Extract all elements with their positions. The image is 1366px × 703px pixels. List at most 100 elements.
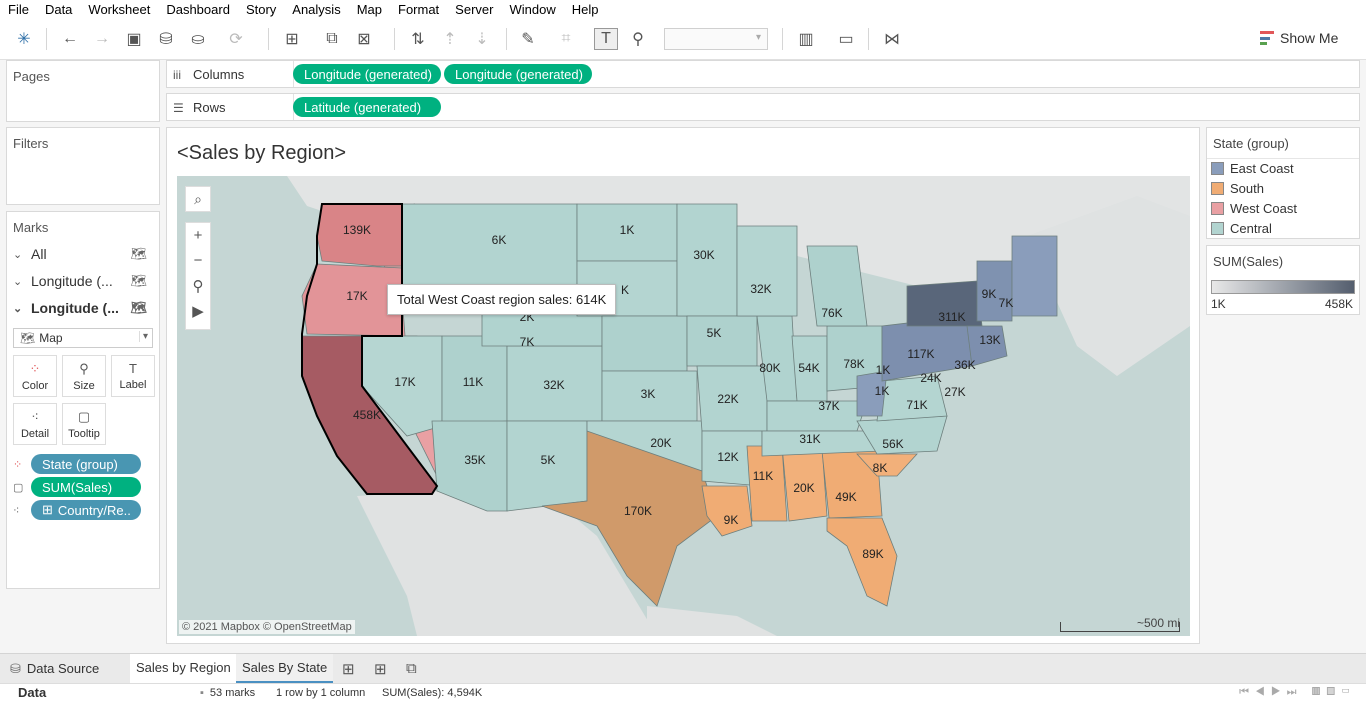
rows-shelf[interactable]: ☰ Rows Latitude (generated): [166, 93, 1360, 121]
detail-button[interactable]: ⁖ Detail: [13, 403, 57, 445]
new-dashboard-tab-icon[interactable]: ⊞: [368, 654, 393, 683]
new-worksheet-tab-icon[interactable]: ⊞: [336, 654, 361, 683]
country-region-pill[interactable]: ⊞ Country/Re..: [31, 500, 141, 520]
legend-label: East Coast: [1230, 160, 1294, 176]
zoom-out-icon[interactable]: −: [186, 248, 210, 273]
data-source-tab-label: Data Source: [26, 661, 100, 676]
new-story-tab-icon[interactable]: ⧉: [400, 654, 423, 683]
show-me-button[interactable]: Show Me: [1260, 30, 1338, 46]
map-value-label: 27K: [944, 385, 965, 399]
duplicate-sheet-icon[interactable]: ⧉: [320, 28, 344, 50]
menu-data[interactable]: Data: [37, 2, 80, 17]
map-value-label: 1K: [876, 363, 891, 377]
share-icon[interactable]: ⋈: [880, 28, 904, 50]
menu-dashboard[interactable]: Dashboard: [158, 2, 238, 17]
pages-card[interactable]: Pages: [6, 60, 160, 122]
show-mark-labels-icon[interactable]: T: [594, 28, 618, 50]
mark-field-row-sum-sales: ▢ SUM(Sales): [13, 477, 141, 497]
sheet-navigation-icons[interactable]: ⏮◀▶⏭ ▦▤▭: [1239, 686, 1356, 699]
menu-map[interactable]: Map: [349, 2, 390, 17]
pause-updates-icon[interactable]: ⛀: [186, 28, 210, 50]
play-icon[interactable]: ▶: [186, 298, 210, 323]
state-group-legend-title: State (group): [1213, 136, 1289, 151]
pin-icon[interactable]: ⚲: [186, 273, 210, 298]
undo-icon[interactable]: ←: [58, 28, 82, 50]
sort-descending-icon[interactable]: ⇣: [470, 28, 494, 50]
chevron-down-icon: ⌄: [13, 302, 23, 315]
state-wisconsin[interactable]: [736, 225, 798, 317]
toolbar-separator: [782, 28, 783, 50]
viz-title[interactable]: <Sales by Region>: [177, 142, 346, 165]
color-button[interactable]: ⁘ Color: [13, 355, 57, 397]
tooltip-button[interactable]: ▢ Tooltip: [62, 403, 106, 445]
menu-worksheet[interactable]: Worksheet: [80, 2, 158, 17]
refresh-icon[interactable]: ⟳: [224, 28, 248, 50]
status-data-source[interactable]: Data: [18, 685, 46, 700]
legend-label: West Coast: [1230, 200, 1297, 216]
sales-legend-max: 458K: [1324, 297, 1353, 311]
label-button[interactable]: T Label: [111, 355, 155, 397]
menu-analysis[interactable]: Analysis: [284, 2, 348, 17]
detail-icon: ⁖: [31, 408, 39, 424]
menu-file[interactable]: File: [0, 2, 37, 17]
highlight-icon[interactable]: ✎: [516, 28, 540, 50]
fix-axes-icon[interactable]: ⚲: [626, 28, 650, 50]
map-value-label: 9K: [982, 287, 997, 301]
longitude-pill-1[interactable]: Longitude (generated): [293, 64, 441, 84]
data-source-tab[interactable]: ⛁ Data Source: [4, 654, 105, 683]
state-kentucky[interactable]: [766, 400, 868, 432]
state-mississippi[interactable]: [746, 445, 788, 522]
state-montana-idaho[interactable]: [401, 203, 578, 292]
map-value-label: 17K: [346, 289, 367, 303]
marks-longitude-row-2[interactable]: ⌄ Longitude (... 🗺: [13, 297, 153, 319]
columns-shelf[interactable]: iii Columns Longitude (generated) Longit…: [166, 60, 1360, 88]
map-value-label: 32K: [543, 378, 564, 392]
redo-icon[interactable]: →: [90, 28, 114, 50]
marks-all-row[interactable]: ⌄ All 🗺: [13, 243, 153, 265]
map-value-label: 1K: [620, 223, 635, 237]
menu-story[interactable]: Story: [238, 2, 284, 17]
longitude-pill-2[interactable]: Longitude (generated): [444, 64, 592, 84]
fit-dropdown[interactable]: [664, 28, 768, 50]
menu-window[interactable]: Window: [501, 2, 563, 17]
map-value-label: 36K: [954, 358, 975, 372]
map-view[interactable]: 139K 17K 458K 6K 1K 30K 2K 7K K 32K 76K 5K 17K 11K 32K…: [177, 176, 1190, 636]
marks-longitude-row-1[interactable]: ⌄ Longitude (... 🗺: [13, 270, 153, 292]
new-data-source-icon[interactable]: ⛁: [154, 28, 178, 50]
map-search-icon[interactable]: ⌕: [185, 186, 211, 212]
map-credits[interactable]: © 2021 Mapbox © OpenStreetMap: [179, 620, 355, 634]
state-maine[interactable]: [1011, 235, 1058, 317]
legend-item-central[interactable]: Central: [1211, 218, 1272, 238]
state-group-pill[interactable]: State (group): [31, 454, 141, 474]
swap-rows-columns-icon[interactable]: ⇅: [406, 28, 430, 50]
tableau-logo-icon[interactable]: ✳: [12, 28, 36, 50]
legend-item-east-coast[interactable]: East Coast: [1211, 158, 1294, 178]
state-iowa[interactable]: [686, 315, 758, 367]
size-button[interactable]: ⚲ Size: [62, 355, 106, 397]
marks-indicator-icon: ▪: [200, 687, 204, 699]
state-nebraska[interactable]: [601, 315, 688, 372]
menu-help[interactable]: Help: [564, 2, 607, 17]
clear-sheet-icon[interactable]: ⊠: [352, 28, 376, 50]
mark-type-dropdown[interactable]: 🗺 Map: [13, 328, 153, 348]
sort-ascending-icon[interactable]: ⇡: [438, 28, 462, 50]
filters-card[interactable]: Filters: [6, 127, 160, 205]
sum-sales-pill[interactable]: SUM(Sales): [31, 477, 141, 497]
legend-item-south[interactable]: South: [1211, 178, 1264, 198]
menu-format[interactable]: Format: [390, 2, 447, 17]
tab-sales-by-state[interactable]: Sales By State: [236, 654, 334, 683]
group-members-icon[interactable]: ⌗: [554, 28, 578, 50]
rows-label: Rows: [193, 100, 226, 115]
save-icon[interactable]: ▣: [122, 28, 146, 50]
presentation-mode-icon[interactable]: ▭: [834, 28, 858, 50]
menu-server[interactable]: Server: [447, 2, 501, 17]
latitude-pill[interactable]: Latitude (generated): [293, 97, 441, 117]
show-cards-icon[interactable]: ▥: [794, 28, 818, 50]
tab-sales-by-region[interactable]: Sales by Region: [130, 654, 237, 683]
sales-gradient-bar[interactable]: [1211, 280, 1355, 294]
toolbar-separator: [506, 28, 507, 50]
new-worksheet-icon[interactable]: ⊞: [280, 28, 304, 50]
map-value-label: 76K: [821, 306, 842, 320]
zoom-in-icon[interactable]: +: [186, 223, 210, 248]
legend-item-west-coast[interactable]: West Coast: [1211, 198, 1297, 218]
